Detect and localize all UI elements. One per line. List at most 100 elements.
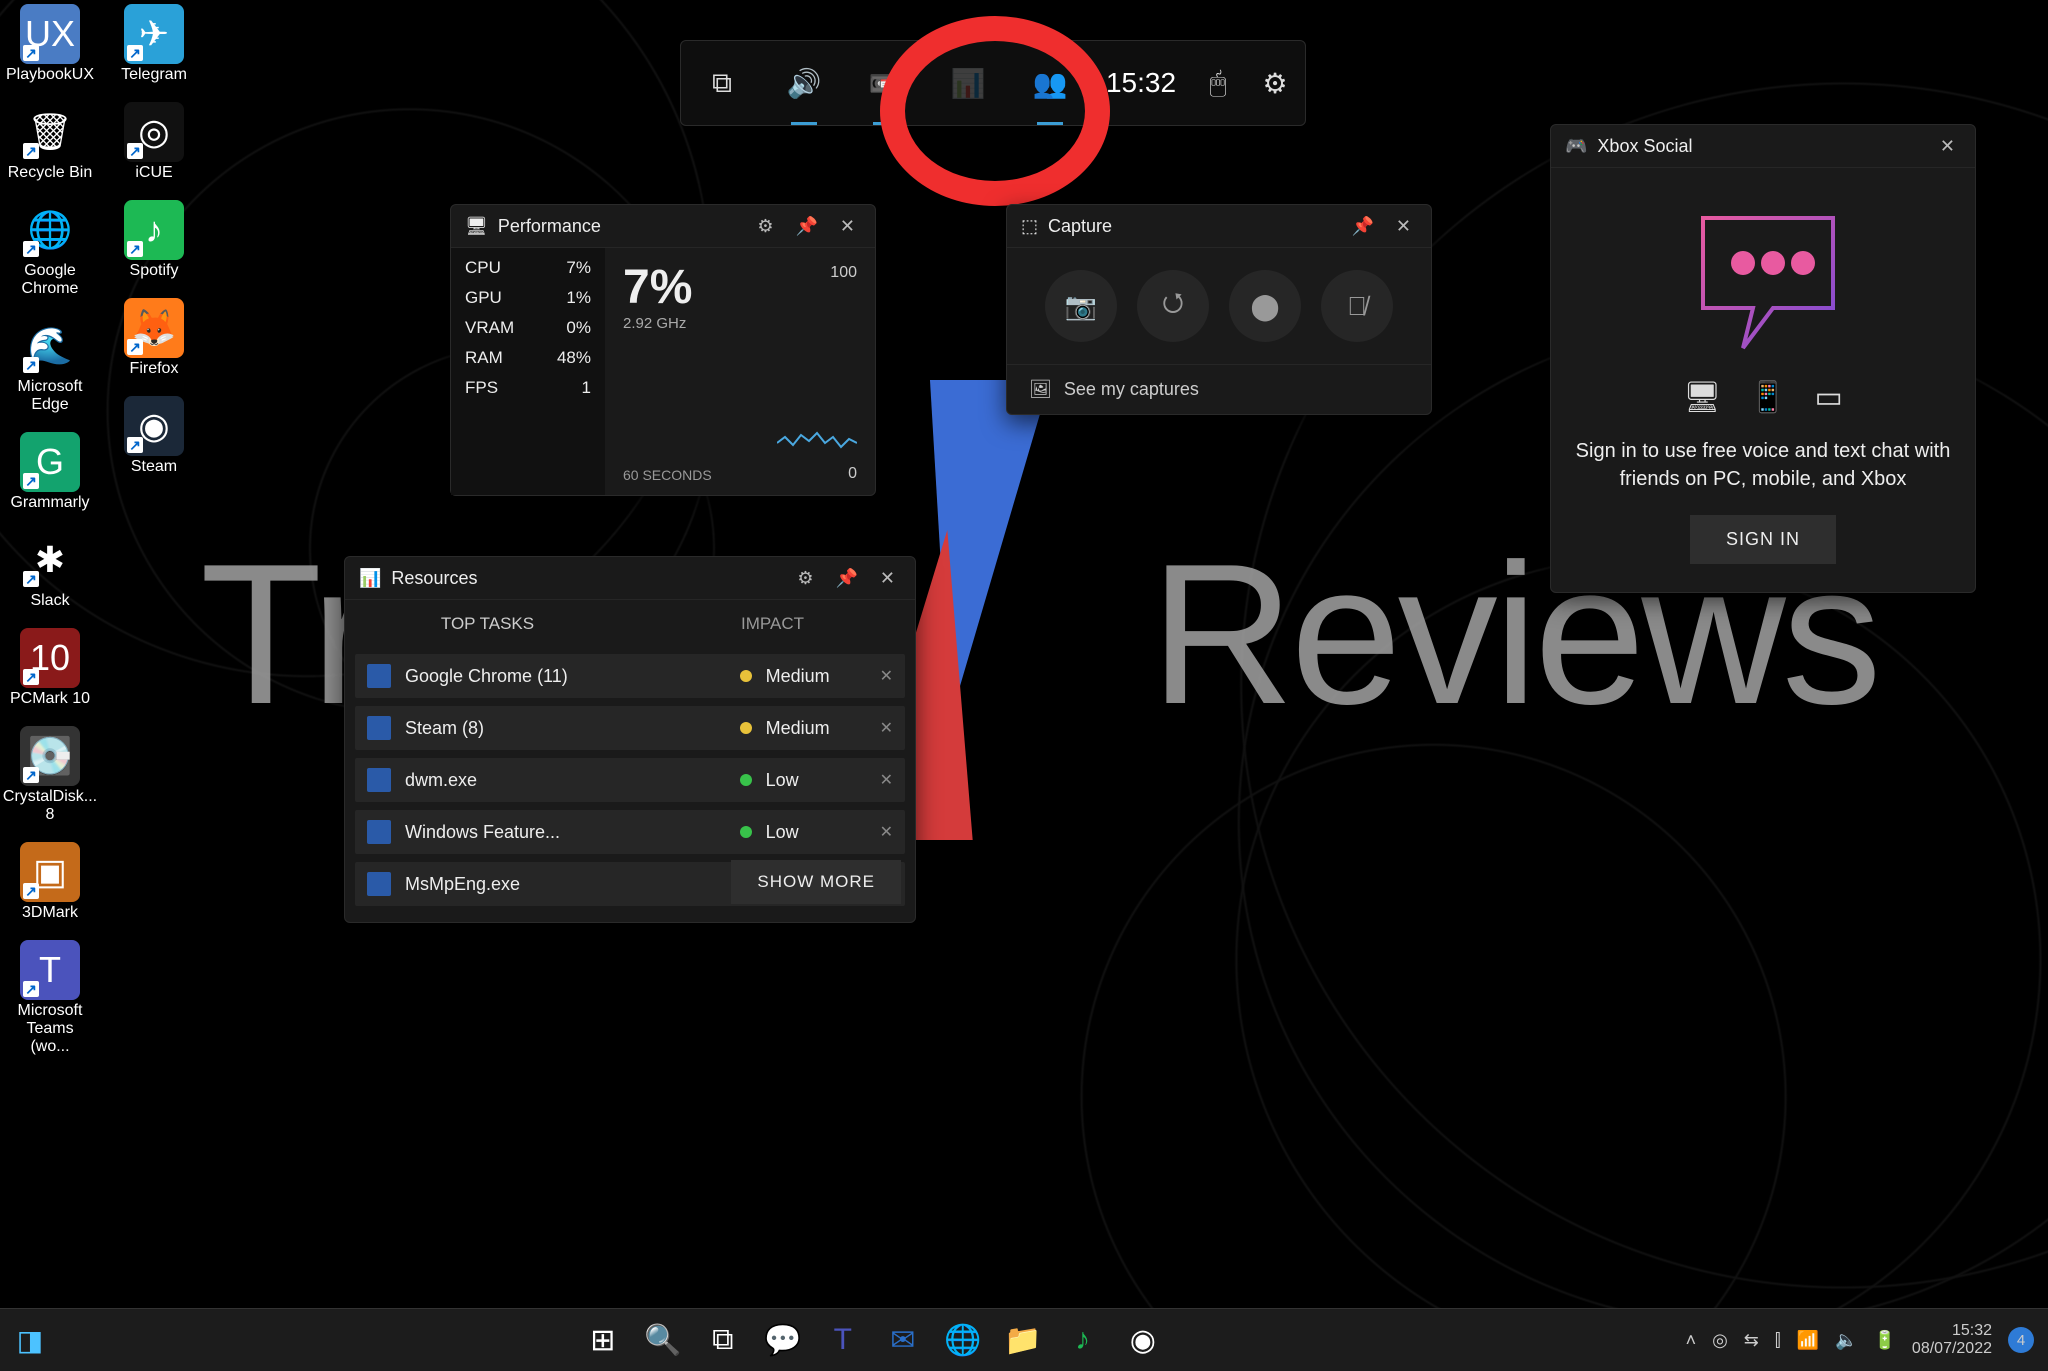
- show-more-button[interactable]: SHOW MORE: [731, 860, 901, 904]
- system-tray[interactable]: ˄ ◎ ⇆ ⫿ 📶 🔈 🔋 15:3208/07/2022 4: [1686, 1322, 2048, 1358]
- desktop-icon[interactable]: 🦊↗Firefox: [110, 298, 198, 378]
- tray-volume-icon[interactable]: 🔈: [1835, 1330, 1857, 1351]
- tray-chevron-icon[interactable]: ˄: [1686, 1330, 1697, 1351]
- chrome-icon[interactable]: 🌐: [937, 1314, 989, 1366]
- tab-top-tasks[interactable]: TOP TASKS: [345, 600, 630, 648]
- capture-title: Capture: [1048, 216, 1112, 237]
- pin-icon[interactable]: 📌: [829, 568, 863, 589]
- desktop-icons-col1: UX↗PlaybookUX 🗑↗Recycle Bin 🌐↗Google Chrom…: [6, 4, 94, 1056]
- end-task-icon[interactable]: ✕: [880, 718, 893, 738]
- tray-time: 15:32: [1912, 1322, 1992, 1340]
- pin-icon[interactable]: 📌: [789, 216, 823, 237]
- desktop-icon[interactable]: 💽↗CrystalDisk... 8: [6, 726, 94, 824]
- close-icon[interactable]: ✕: [1390, 216, 1417, 237]
- desktop-icon[interactable]: ◉↗Steam: [110, 396, 198, 476]
- perf-row: FPS1: [465, 378, 591, 398]
- spotify-icon[interactable]: ♪: [1057, 1314, 1109, 1366]
- desktop-icons-col2: ✈↗Telegram ◎↗iCUE ♪↗Spotify 🦊↗Firefox ◉↗Stea…: [110, 4, 198, 476]
- tray-clock[interactable]: 15:3208/07/2022: [1912, 1322, 1992, 1358]
- gamebar-settings-button[interactable]: ⚙: [1245, 41, 1305, 125]
- gamebar-social-button[interactable]: 👥: [1009, 41, 1091, 125]
- perf-row: RAM48%: [465, 348, 591, 368]
- desktop-icon[interactable]: 10↗PCMark 10: [6, 628, 94, 708]
- options-icon[interactable]: ⚙: [751, 216, 779, 237]
- gamebar-toolbar: ⧉ 🔊 📼 📊 👥 15:32 🖱 ⚙: [680, 40, 1306, 126]
- tray-chart-icon[interactable]: ⫿: [1775, 1330, 1781, 1351]
- resources-widget: 📊 Resources ⚙ 📌 ✕ TOP TASKS IMPACT Googl…: [344, 556, 916, 923]
- mobile-icon: 📱: [1749, 380, 1786, 415]
- notification-badge[interactable]: 4: [2008, 1327, 2034, 1353]
- desktop-icon[interactable]: 🗑↗Recycle Bin: [6, 102, 94, 182]
- tray-icue-icon[interactable]: ◎: [1712, 1330, 1728, 1351]
- monitor-icon: 🖥: [465, 216, 488, 237]
- desktop-icon[interactable]: ▣↗3DMark: [6, 842, 94, 922]
- desktop-icon[interactable]: ✱↗Slack: [6, 530, 94, 610]
- desktop-icon[interactable]: 🌐↗Google Chrome: [6, 200, 94, 298]
- desktop-icon[interactable]: ✈↗Telegram: [110, 4, 198, 84]
- outlook-icon[interactable]: ✉: [877, 1314, 929, 1366]
- xbox-title: Xbox Social: [1597, 136, 1692, 157]
- mic-mute-button[interactable]: 🎙̸: [1321, 270, 1393, 342]
- sign-in-button[interactable]: SIGN IN: [1690, 515, 1836, 564]
- resource-item[interactable]: Steam (8)Medium✕: [355, 706, 905, 750]
- chat-bubble-graphic: [1673, 198, 1853, 358]
- options-icon[interactable]: ⚙: [791, 568, 819, 589]
- record-last-button[interactable]: ⭯: [1137, 270, 1209, 342]
- tab-impact[interactable]: IMPACT: [630, 600, 915, 648]
- device-icons: 🖥📱▭: [1683, 380, 1843, 415]
- teams-icon[interactable]: T: [817, 1314, 869, 1366]
- tray-wifi-icon[interactable]: 📶: [1797, 1330, 1819, 1351]
- performance-stats: CPU7%GPU1%VRAM0%RAM48%FPS1: [451, 248, 605, 495]
- close-icon[interactable]: ✕: [834, 216, 861, 237]
- capture-widget: ⬚ Capture 📌 ✕ 📷 ⭯ ⬤ 🎙̸ 🖼 See my captures: [1006, 204, 1432, 415]
- sparkline: [777, 425, 857, 455]
- performance-title: Performance: [498, 216, 601, 237]
- desktop-icon[interactable]: T↗Microsoft Teams (wo...: [6, 940, 94, 1056]
- desktop-icon[interactable]: ◎↗iCUE: [110, 102, 198, 182]
- end-task-icon[interactable]: ✕: [880, 666, 893, 686]
- xbox-social-widget: 🎮 Xbox Social ✕ 🖥📱▭ Sign in to use free …: [1550, 124, 1976, 593]
- x-label: 60 SECONDS: [623, 467, 712, 483]
- close-icon[interactable]: ✕: [1934, 136, 1961, 157]
- performance-ghz: 2.92 GHz: [623, 315, 857, 332]
- xbox-icon: 🎮: [1565, 136, 1587, 157]
- desktop-icon[interactable]: 🌊↗Microsoft Edge: [6, 316, 94, 414]
- widgets-button[interactable]: ◨: [0, 1324, 60, 1357]
- end-task-icon[interactable]: ✕: [880, 770, 893, 790]
- search-button[interactable]: 🔍: [637, 1314, 689, 1366]
- resource-item[interactable]: Google Chrome (11)Medium✕: [355, 654, 905, 698]
- steam-icon[interactable]: ◉: [1117, 1314, 1169, 1366]
- gamebar-capture-button[interactable]: 📼: [845, 41, 927, 125]
- capture-icon: ⬚: [1021, 216, 1038, 237]
- gamebar-time: 15:32: [1091, 41, 1191, 125]
- perf-row: GPU1%: [465, 288, 591, 308]
- desktop-icon[interactable]: UX↗PlaybookUX: [6, 4, 94, 84]
- resource-item[interactable]: dwm.exeLow✕: [355, 758, 905, 802]
- tray-sync-icon[interactable]: ⇆: [1744, 1330, 1759, 1351]
- screenshot-button[interactable]: 📷: [1045, 270, 1117, 342]
- resource-item[interactable]: Windows Feature...Low✕: [355, 810, 905, 854]
- chart-icon: 📊: [359, 568, 381, 589]
- start-button[interactable]: ⊞: [577, 1314, 629, 1366]
- explorer-icon[interactable]: 📁: [997, 1314, 1049, 1366]
- y-max: 100: [830, 264, 857, 282]
- performance-big: 7%: [623, 260, 857, 315]
- close-icon[interactable]: ✕: [874, 568, 901, 589]
- gamebar-widgets-button[interactable]: ⧉: [681, 41, 763, 125]
- resources-title: Resources: [391, 568, 477, 589]
- see-captures-link[interactable]: 🖼 See my captures: [1007, 364, 1431, 414]
- desktop-icon[interactable]: G↗Grammarly: [6, 432, 94, 512]
- xbox-text: Sign in to use free voice and text chat …: [1575, 437, 1951, 493]
- tray-battery-icon[interactable]: 🔋: [1874, 1330, 1896, 1351]
- see-captures-label: See my captures: [1064, 379, 1199, 400]
- pin-icon[interactable]: 📌: [1345, 216, 1379, 237]
- record-button[interactable]: ⬤: [1229, 270, 1301, 342]
- taskbar-center: ⊞ 🔍 ⧉ 💬 T ✉ 🌐 📁 ♪ ◉: [60, 1314, 1686, 1366]
- gamebar-mouse-icon[interactable]: 🖱: [1191, 41, 1245, 125]
- taskview-button[interactable]: ⧉: [697, 1314, 749, 1366]
- gamebar-audio-button[interactable]: 🔊: [763, 41, 845, 125]
- gamebar-performance-button[interactable]: 📊: [927, 41, 1009, 125]
- end-task-icon[interactable]: ✕: [880, 822, 893, 842]
- chat-button[interactable]: 💬: [757, 1314, 809, 1366]
- desktop-icon[interactable]: ♪↗Spotify: [110, 200, 198, 280]
